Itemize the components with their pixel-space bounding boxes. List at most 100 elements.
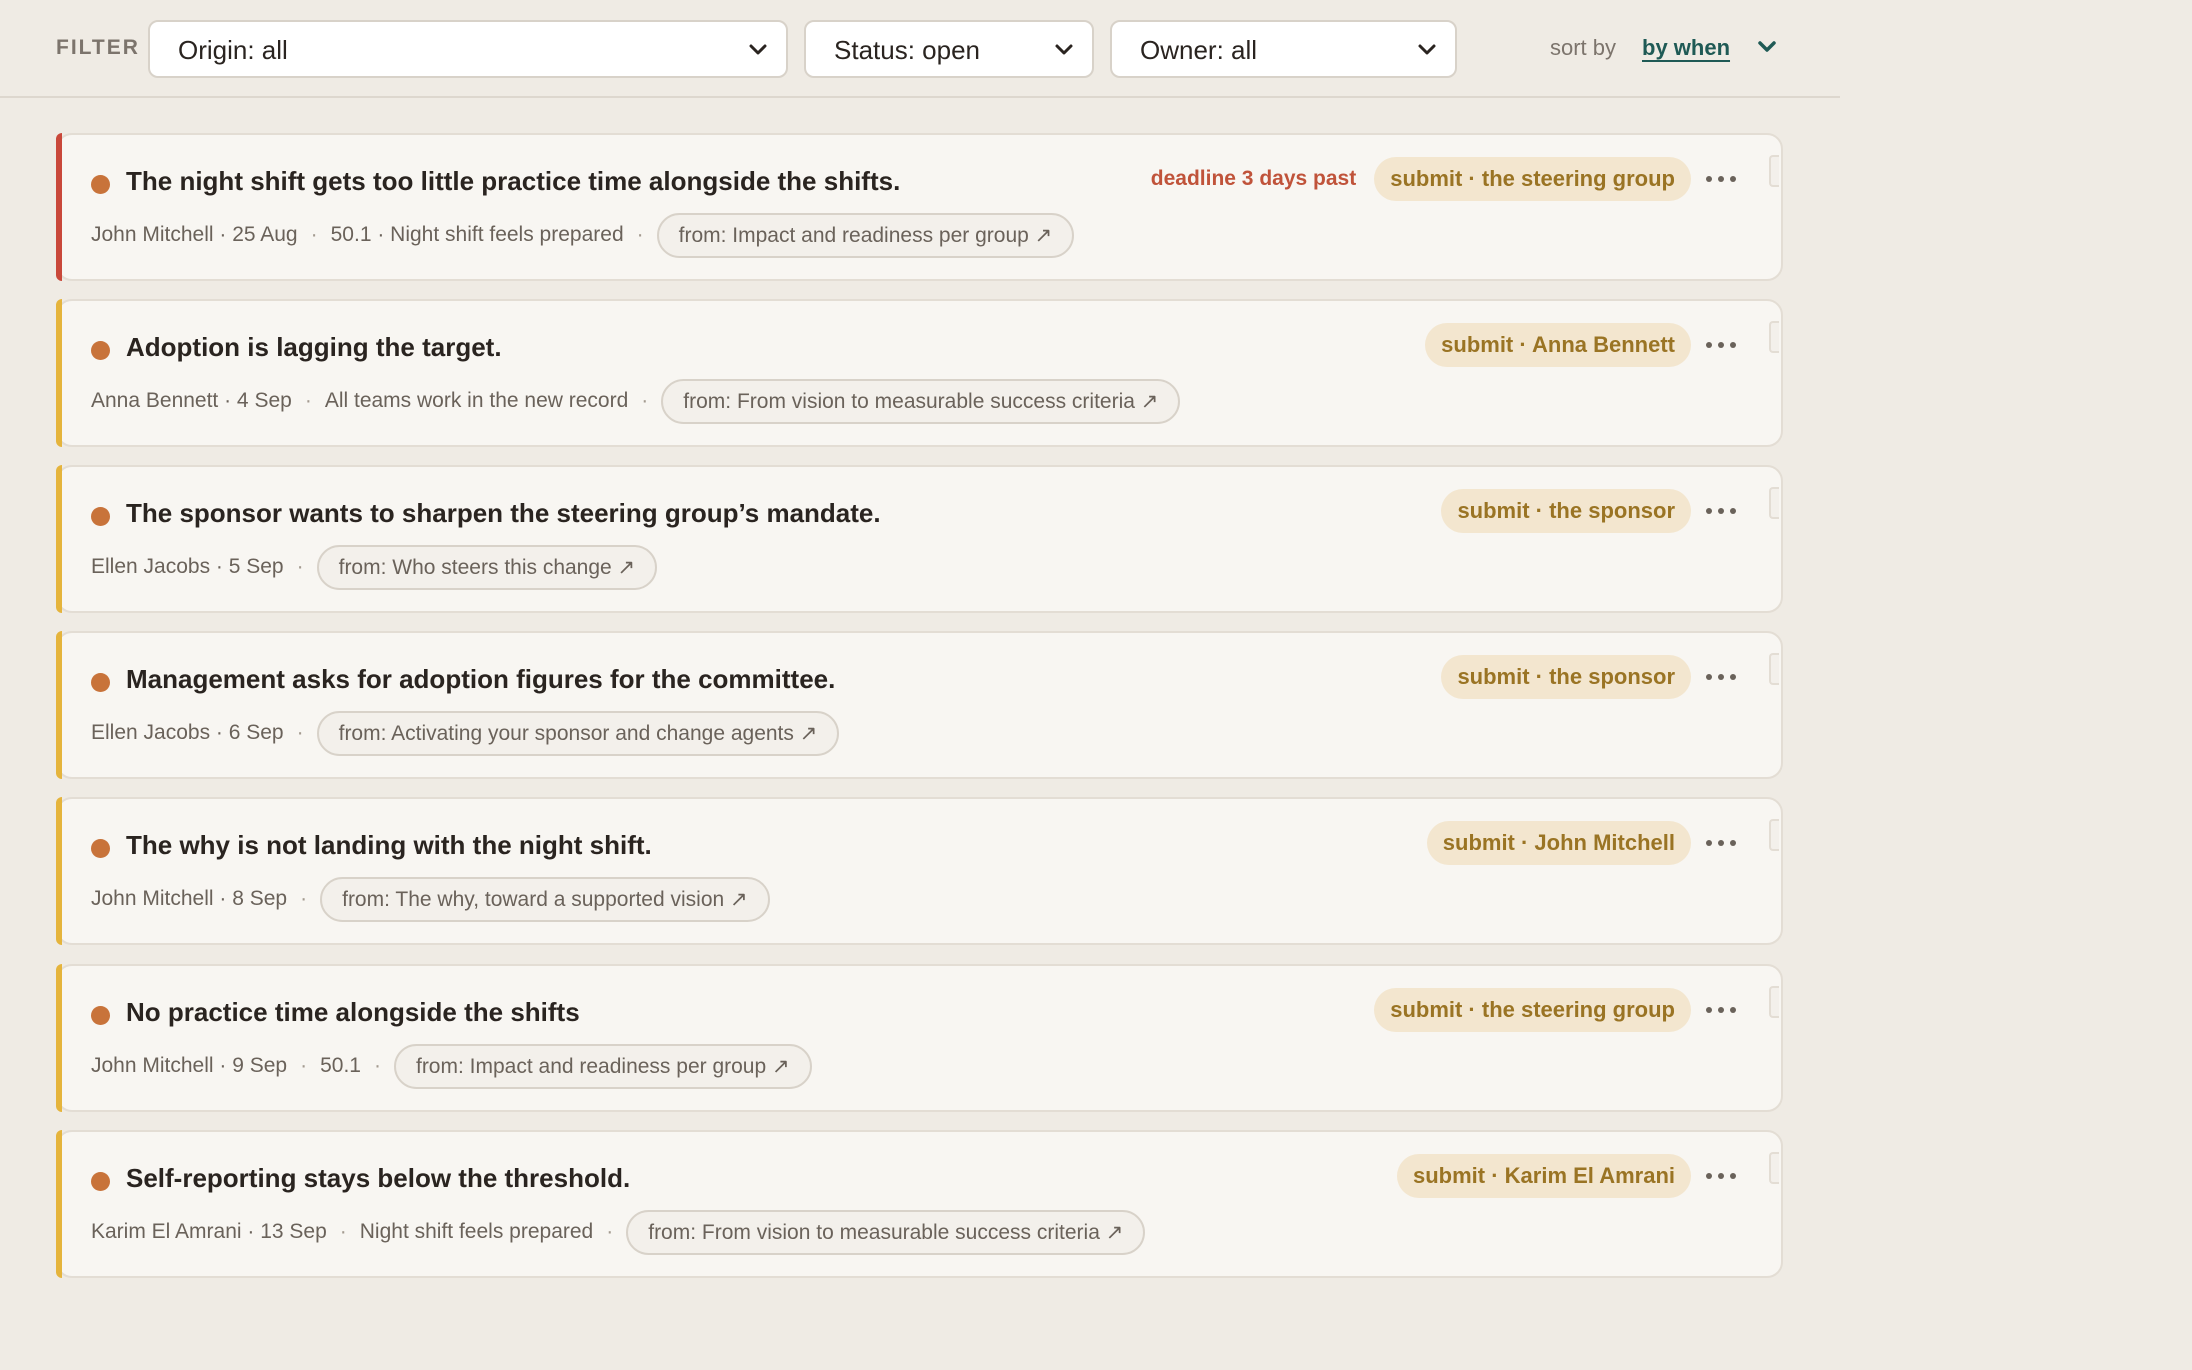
action-item-card[interactable]: The why is not landing with the night sh… xyxy=(56,797,1783,945)
status-dot xyxy=(91,507,110,526)
item-title: The night shift gets too little practice… xyxy=(126,166,901,196)
item-right-group: submit · Karim El Amrani xyxy=(1396,1154,1691,1198)
more-options-icon[interactable] xyxy=(1703,663,1739,691)
action-item-card[interactable]: Management asks for adoption figures for… xyxy=(56,631,1783,779)
item-detail: 50.1 xyxy=(320,1054,361,1077)
item-meta: Ellen Jacobs · 5 Sep · from: Who steers … xyxy=(91,544,658,590)
meta-separator: · xyxy=(339,1220,347,1243)
item-meta: John Mitchell · 8 Sep · from: The why, t… xyxy=(91,876,770,922)
submit-action-pill[interactable]: submit · the steering group xyxy=(1374,988,1691,1032)
more-options-icon[interactable] xyxy=(1703,829,1739,857)
action-item-card[interactable]: No practice time alongside the shifts su… xyxy=(56,964,1783,1112)
item-detail: 50.1 · Night shift feels prepared xyxy=(330,223,624,246)
sort-by-link[interactable]: by when xyxy=(1642,35,1730,61)
meta-separator: · xyxy=(641,389,649,412)
origin-link-pill[interactable]: from: Activating your sponsor and change… xyxy=(316,710,840,756)
item-meta: Karim El Amrani · 13 Sep · Night shift f… xyxy=(91,1209,1146,1255)
open-accent-bar xyxy=(56,1130,62,1278)
chevron-down-icon xyxy=(749,44,767,55)
origin-link-pill[interactable]: from: Impact and readiness per group ↗ xyxy=(656,212,1075,258)
item-detail: All teams work in the new record xyxy=(324,389,629,412)
sort-by-label: sort by xyxy=(1550,35,1617,60)
status-dot xyxy=(91,673,110,692)
owner-date: Karim El Amrani · 13 Sep xyxy=(91,1220,327,1243)
drag-handle[interactable] xyxy=(1769,321,1779,353)
origin-link-pill[interactable]: from: Who steers this change ↗ xyxy=(316,544,658,590)
open-accent-bar xyxy=(56,797,62,945)
chevron-down-icon xyxy=(1055,44,1073,55)
item-right-group: submit · John Mitchell xyxy=(1426,821,1691,865)
action-item-card[interactable]: The sponsor wants to sharpen the steerin… xyxy=(56,465,1783,613)
submit-action-pill[interactable]: submit · the steering group xyxy=(1374,157,1691,201)
chevron-down-icon xyxy=(1418,44,1436,55)
item-right-group: submit · the sponsor xyxy=(1441,655,1691,699)
submit-action-pill[interactable]: submit · John Mitchell xyxy=(1426,821,1691,865)
open-accent-bar xyxy=(56,465,62,613)
more-options-icon[interactable] xyxy=(1703,996,1739,1024)
meta-separator: · xyxy=(373,1054,381,1077)
open-accent-bar xyxy=(56,299,62,447)
owner-date: Ellen Jacobs · 5 Sep xyxy=(91,555,284,578)
item-meta: John Mitchell · 9 Sep · 50.1 · from: Imp… xyxy=(91,1043,812,1089)
item-title: No practice time alongside the shifts xyxy=(126,997,580,1027)
owner-select[interactable]: Owner: all xyxy=(1110,20,1457,78)
origin-link-pill[interactable]: from: Impact and readiness per group ↗ xyxy=(393,1043,812,1089)
status-dot xyxy=(91,839,110,858)
open-accent-bar xyxy=(56,631,62,779)
sort-chevron-down-icon[interactable] xyxy=(1754,34,1780,60)
owner-date: Ellen Jacobs · 6 Sep xyxy=(91,721,284,744)
item-meta: Ellen Jacobs · 6 Sep · from: Activating … xyxy=(91,710,840,756)
more-options-icon[interactable] xyxy=(1703,1162,1739,1190)
item-title: Management asks for adoption figures for… xyxy=(126,664,836,694)
more-options-icon[interactable] xyxy=(1703,331,1739,359)
action-item-card[interactable]: Self-reporting stays below the threshold… xyxy=(56,1130,1783,1278)
status-select[interactable]: Status: open xyxy=(804,20,1094,78)
drag-handle[interactable] xyxy=(1769,1152,1779,1184)
item-right-group: submit · the steering group xyxy=(1374,988,1691,1032)
item-detail: Night shift feels prepared xyxy=(359,1220,594,1243)
owner-date: Anna Bennett · 4 Sep xyxy=(91,389,292,412)
status-dot xyxy=(91,1172,110,1191)
meta-separator: · xyxy=(300,887,308,910)
meta-separator: · xyxy=(636,223,644,246)
deadline-warning: deadline 3 days past xyxy=(1150,167,1357,190)
overdue-accent-bar xyxy=(56,133,62,281)
submit-action-pill[interactable]: submit · Anna Bennett xyxy=(1425,323,1691,367)
owner-select-value: Owner: all xyxy=(1140,35,1258,65)
meta-separator: · xyxy=(606,1220,614,1243)
item-right-group: submit · the sponsor xyxy=(1441,489,1691,533)
status-select-value: Status: open xyxy=(834,35,980,65)
drag-handle[interactable] xyxy=(1769,986,1779,1018)
drag-handle[interactable] xyxy=(1769,819,1779,851)
submit-action-pill[interactable]: submit · the sponsor xyxy=(1441,489,1691,533)
meta-separator: · xyxy=(296,555,304,578)
submit-action-pill[interactable]: submit · the sponsor xyxy=(1441,655,1691,699)
owner-date: John Mitchell · 9 Sep xyxy=(91,1054,288,1077)
drag-handle[interactable] xyxy=(1769,155,1779,187)
more-options-icon[interactable] xyxy=(1703,497,1739,525)
origin-link-pill[interactable]: from: From vision to measurable success … xyxy=(626,1209,1146,1255)
meta-separator: · xyxy=(300,1054,308,1077)
item-title: The why is not landing with the night sh… xyxy=(126,830,652,860)
meta-separator: · xyxy=(296,721,304,744)
open-accent-bar xyxy=(56,964,62,1112)
submit-action-pill[interactable]: submit · Karim El Amrani xyxy=(1396,1154,1691,1198)
origin-select[interactable]: Origin: all xyxy=(148,20,788,78)
item-title: Adoption is lagging the target. xyxy=(126,332,502,362)
origin-select-value: Origin: all xyxy=(178,35,288,65)
item-meta: Anna Bennett · 4 Sep · All teams work in… xyxy=(91,378,1181,424)
item-title: Self-reporting stays below the threshold… xyxy=(126,1163,631,1193)
item-meta: John Mitchell · 25 Aug · 50.1 · Night sh… xyxy=(91,212,1075,258)
drag-handle[interactable] xyxy=(1769,653,1779,685)
origin-link-pill[interactable]: from: From vision to measurable success … xyxy=(661,378,1181,424)
action-item-card[interactable]: Adoption is lagging the target. submit ·… xyxy=(56,299,1783,447)
status-dot xyxy=(91,175,110,194)
status-dot xyxy=(91,341,110,360)
origin-link-pill[interactable]: from: The why, toward a supported vision… xyxy=(320,876,770,922)
action-item-card[interactable]: The night shift gets too little practice… xyxy=(56,133,1783,281)
meta-separator: · xyxy=(310,223,318,246)
drag-handle[interactable] xyxy=(1769,487,1779,519)
more-options-icon[interactable] xyxy=(1703,165,1739,193)
item-title: The sponsor wants to sharpen the steerin… xyxy=(126,498,881,528)
owner-date: John Mitchell · 25 Aug xyxy=(91,223,298,246)
